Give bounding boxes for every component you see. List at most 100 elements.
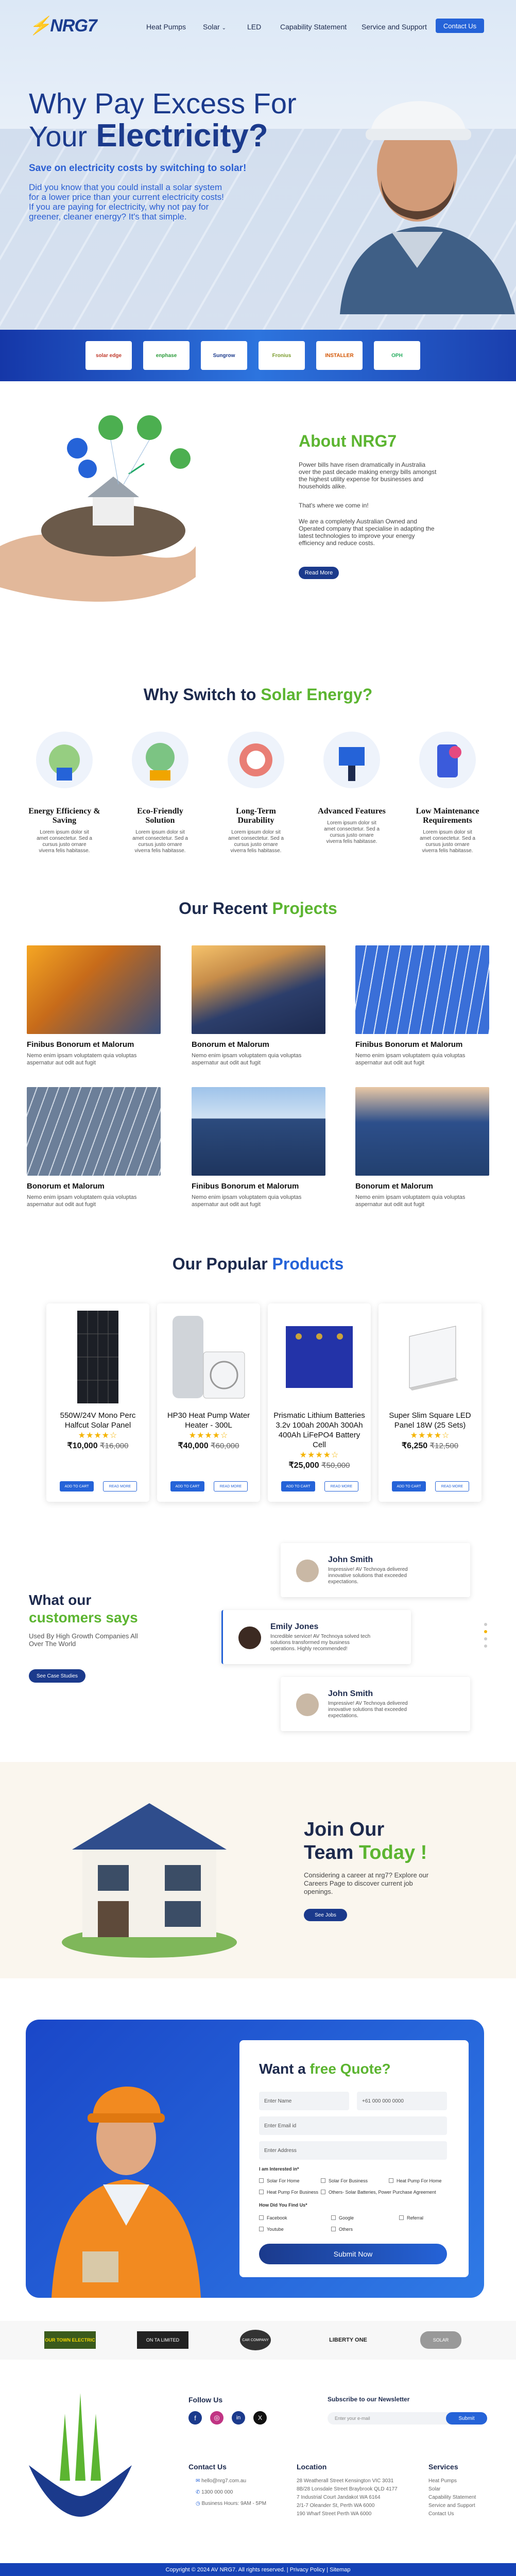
add-to-cart-button[interactable]: ADD TO CART: [281, 1481, 315, 1492]
feature-advanced-features: Advanced Features Lorem ipsum dolor sit a…: [313, 732, 390, 845]
project-card[interactable]: Finibus Bonorum et Malorum Nemo enim ipsa…: [192, 1087, 325, 1208]
phone-field[interactable]: +61 000 000 0000: [357, 2092, 447, 2110]
hero-worker-image: [340, 101, 515, 314]
footer-link-solar[interactable]: Solar: [428, 2486, 440, 2492]
avatar: [296, 1560, 319, 1582]
testimonial-card: John Smith Impressive! AV Technoya delive…: [281, 1543, 470, 1597]
partner-logo: INSTALLER: [316, 341, 363, 370]
read-more-button[interactable]: READ MORE: [103, 1481, 137, 1492]
interest-checkbox[interactable]: Heat Pump For Home: [389, 2178, 442, 2183]
product-name: Prismatic Lithium Batteries 3.2v 100ah 2…: [273, 1411, 365, 1449]
phone-icon: ✆: [196, 2489, 202, 2495]
project-card[interactable]: Finibus Bonorum et Malorum Nemo enim ipsa…: [355, 945, 489, 1066]
quote-form: Want a free Quote? Enter Name +61 000 00…: [239, 2040, 469, 2277]
address-field[interactable]: Enter Address: [259, 2141, 447, 2160]
see-case-studies-button[interactable]: See Case Studies: [29, 1669, 85, 1683]
careers-house-image: [62, 1803, 237, 1958]
carousel-dots[interactable]: [484, 1623, 488, 1654]
contact-phone[interactable]: ✆ 1300 000 000: [196, 2489, 233, 2495]
email-field[interactable]: Enter Email id: [259, 2116, 447, 2135]
product-rating: ★★★★☆: [299, 1451, 339, 1460]
project-image: [192, 1087, 325, 1176]
feature-eco-friendly: Eco-Friendly Solution Lorem ipsum dolor s…: [122, 732, 199, 854]
footer-link-heat-pumps[interactable]: Heat Pumps: [428, 2478, 457, 2484]
project-card[interactable]: Bonorum et Malorum Nemo enim ipsam volupt…: [27, 1087, 161, 1208]
project-card[interactable]: Finibus Bonorum et Malorum Nemo enim ipsa…: [27, 945, 161, 1066]
nav-heat-pumps[interactable]: Heat Pumps: [146, 23, 186, 31]
x-icon[interactable]: X: [253, 2411, 267, 2425]
eco-friendly-illustration-icon: [132, 732, 188, 788]
source-checkbox[interactable]: Referral: [399, 2215, 423, 2221]
footer-link-capability-statement[interactable]: Capability Statement: [428, 2495, 476, 2500]
read-more-button[interactable]: READ MORE: [324, 1481, 358, 1492]
product-card[interactable]: 550W/24V Mono Perc Halfcut Solar Panel ★…: [46, 1303, 149, 1502]
add-to-cart-button[interactable]: ADD TO CART: [170, 1481, 204, 1492]
product-price: ₹40,000 ₹60,000: [178, 1442, 239, 1450]
facebook-icon[interactable]: f: [188, 2411, 202, 2425]
nrg7-logo[interactable]: ⚡NRG7: [29, 15, 97, 36]
testimonials-title-1: What our: [29, 1592, 92, 1608]
instagram-icon[interactable]: ◎: [210, 2411, 223, 2425]
partner-logo: Sungrow: [201, 341, 247, 370]
product-card[interactable]: HP30 Heat Pump Water Heater - 300L ★★★★☆…: [157, 1303, 260, 1502]
location-item: 7 Industrial Court Jandakot WA 6164: [297, 2495, 381, 2500]
linkedin-icon[interactable]: in: [232, 2411, 245, 2425]
contact-email[interactable]: ✉ hello@nrg7.com.au: [196, 2478, 246, 2484]
see-jobs-button[interactable]: See Jobs: [304, 1909, 347, 1921]
source-checkbox[interactable]: Google: [331, 2215, 354, 2221]
hero-subtitle: Save on electricity costs by switching t…: [29, 163, 247, 174]
read-more-button[interactable]: READ MORE: [435, 1481, 469, 1492]
durability-illustration-icon: [228, 732, 284, 788]
nav-capability-statement[interactable]: Capability Statement: [280, 23, 347, 31]
brand-logo: CAR COMPANY: [240, 2330, 271, 2350]
mail-icon: ✉: [196, 2478, 202, 2484]
location-item: 2/1-7 Oleander St, Perth WA 6000: [297, 2503, 375, 2509]
project-card[interactable]: Bonorum et Malorum Nemo enim ipsam volupt…: [192, 945, 325, 1066]
name-field[interactable]: Enter Name: [259, 2092, 349, 2110]
site-header: ⚡NRG7 Heat Pumps Solar ⌄ LED Capability …: [0, 0, 516, 52]
about-paragraph-3: We are a completely Australian Owned and…: [299, 518, 435, 547]
partner-logos-band: solar edge enphase Sungrow Fronius INSTA…: [0, 330, 516, 381]
submit-now-button[interactable]: Submit Now: [259, 2244, 447, 2264]
interest-checkbox[interactable]: Solar For Business: [321, 2178, 368, 2183]
feature-long-term-durability: Long-Term Durability Lorem ipsum dolor si…: [217, 732, 295, 854]
nav-led[interactable]: LED: [247, 23, 261, 31]
solar-panel-product-image: [46, 1311, 149, 1403]
nav-solar[interactable]: Solar ⌄: [203, 23, 226, 31]
features-title: Why Switch to Solar Energy?: [143, 685, 373, 704]
free-quote-section: Want a free Quote? Enter Name +61 000 00…: [26, 2020, 484, 2298]
hero-title-line1: Why Pay Excess For: [29, 87, 297, 120]
engineer-image: [51, 2087, 201, 2298]
led-panel-product-image: [379, 1311, 481, 1403]
project-image: [355, 1087, 489, 1176]
project-card[interactable]: Bonorum et Malorum Nemo enim ipsam volupt…: [355, 1087, 489, 1208]
careers-title-1: Join Our: [304, 1819, 385, 1840]
footer-link-contact-us[interactable]: Contact Us: [428, 2511, 454, 2517]
found-label: How Did You Find Us*: [259, 2202, 307, 2208]
project-image: [27, 1087, 161, 1176]
heat-pump-product-image: [157, 1311, 260, 1403]
source-checkbox[interactable]: Others: [331, 2227, 353, 2232]
read-more-button[interactable]: Read More: [299, 567, 339, 579]
interest-checkbox[interactable]: Solar For Home: [259, 2178, 300, 2183]
newsletter-submit-button[interactable]: Submit: [446, 2412, 487, 2425]
projects-title: Our Recent Projects: [179, 899, 337, 918]
interest-checkbox[interactable]: Heat Pump For Business: [259, 2190, 318, 2195]
read-more-button[interactable]: READ MORE: [214, 1481, 248, 1492]
source-checkbox[interactable]: Youtube: [259, 2227, 284, 2232]
energy-saving-illustration-icon: [36, 732, 93, 788]
follow-us-heading: Follow Us: [188, 2396, 223, 2404]
about-paragraph-2: That's where we come in!: [299, 502, 369, 509]
products-title: Our Popular Products: [172, 1255, 344, 1273]
product-card[interactable]: Prismatic Lithium Batteries 3.2v 100ah 2…: [268, 1303, 371, 1502]
nav-service-and-support[interactable]: Service and Support: [362, 23, 427, 31]
add-to-cart-button[interactable]: ADD TO CART: [392, 1481, 426, 1492]
product-card[interactable]: Super Slim Square LED Panel 18W (25 Sets…: [379, 1303, 481, 1502]
add-to-cart-button[interactable]: ADD TO CART: [60, 1481, 94, 1492]
contact-us-button[interactable]: Contact Us: [436, 19, 484, 33]
testimonials-subtitle: Used By High Growth Companies All Over T…: [29, 1632, 138, 1648]
source-checkbox[interactable]: Facebook: [259, 2215, 287, 2221]
footer-link-service-and-support[interactable]: Service and Support: [428, 2503, 475, 2509]
interest-checkbox[interactable]: Others- Solar Batteries, Power Purchase …: [321, 2190, 436, 2195]
product-price: ₹10,000 ₹16,000: [67, 1442, 129, 1450]
